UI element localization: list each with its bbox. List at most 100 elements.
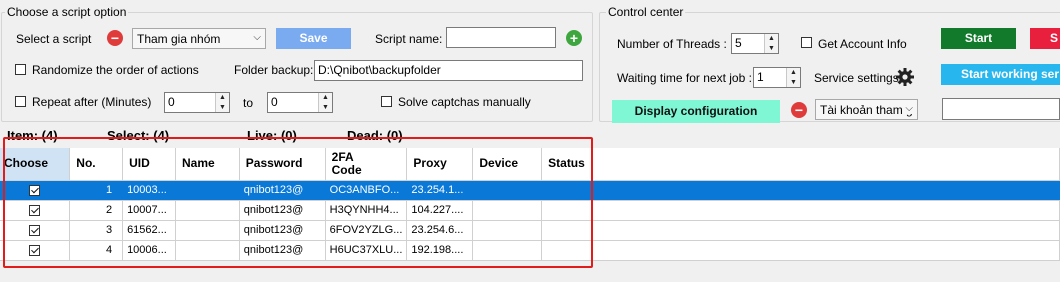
start-working-service-button[interactable]: Start working ser bbox=[941, 64, 1060, 85]
cell-name bbox=[175, 180, 240, 201]
randomize-label: Randomize the order of actions bbox=[32, 63, 199, 77]
repeat-to-spinner[interactable]: ▲ ▼ bbox=[318, 93, 332, 112]
randomize-checkbox[interactable] bbox=[15, 64, 26, 75]
row-checkbox[interactable] bbox=[29, 224, 41, 236]
row-choose-cell[interactable] bbox=[0, 220, 71, 241]
cell-no: 3 bbox=[69, 220, 124, 241]
start-button[interactable]: Start bbox=[941, 28, 1016, 49]
cell-password: qnibot123@ bbox=[239, 240, 326, 261]
row-checkbox[interactable] bbox=[29, 244, 41, 256]
wait-time-label: Waiting time for next job : bbox=[617, 71, 752, 85]
arrow-up-icon[interactable]: ▲ bbox=[319, 93, 332, 103]
column-header-uid[interactable]: UID bbox=[122, 148, 177, 181]
arrow-down-icon[interactable]: ▼ bbox=[765, 44, 778, 54]
cell-password: qnibot123@ bbox=[239, 200, 326, 221]
row-checkbox[interactable] bbox=[29, 204, 41, 216]
remove-script-icon[interactable]: − bbox=[107, 30, 123, 46]
cell-device bbox=[472, 240, 543, 261]
cell-name bbox=[175, 200, 240, 221]
cell-uid: 10007... bbox=[122, 200, 177, 221]
column-header-no[interactable]: No. bbox=[69, 148, 124, 181]
row-choose-cell[interactable] bbox=[0, 180, 71, 201]
control-center-title: Control center bbox=[606, 5, 686, 19]
solve-captcha-label: Solve captchas manually bbox=[398, 95, 531, 109]
gear-icon[interactable] bbox=[895, 67, 915, 87]
row-checkbox[interactable] bbox=[29, 184, 41, 196]
arrow-down-icon[interactable]: ▼ bbox=[216, 103, 229, 113]
table-row[interactable]: 1 10003... qnibot123@ OC3ANBFO... 23.254.1..… bbox=[0, 180, 1060, 201]
script-name-label: Script name: bbox=[375, 32, 443, 46]
cell-device bbox=[472, 180, 543, 201]
wait-time-spinner[interactable]: ▲ ▼ bbox=[786, 68, 800, 87]
get-account-info-label: Get Account Info bbox=[818, 37, 907, 51]
save-button[interactable]: Save bbox=[276, 28, 351, 49]
column-header-proxy[interactable]: Proxy bbox=[406, 148, 474, 181]
chevron-down-icon: ⌵ bbox=[903, 103, 913, 114]
table-row[interactable]: 4 10006... qnibot123@ H6UC37XLU... 192.198..… bbox=[0, 240, 1060, 261]
folder-backup-label: Folder backup: bbox=[234, 63, 314, 77]
column-header-status[interactable]: Status bbox=[541, 148, 1060, 181]
select-count: Select: (4) bbox=[107, 128, 170, 143]
column-header-choose[interactable]: Choose bbox=[0, 148, 71, 181]
script-option-title: Choose a script option bbox=[5, 5, 129, 19]
cell-code: 6FOV2YZLG... bbox=[325, 220, 408, 241]
service-input[interactable] bbox=[942, 98, 1060, 120]
account-select[interactable]: Tài khoản tham g ⌵ bbox=[815, 99, 918, 120]
cell-uid: 10006... bbox=[122, 240, 177, 261]
cell-proxy: 192.198.... bbox=[406, 240, 474, 261]
repeat-from-spinner[interactable]: ▲ ▼ bbox=[215, 93, 229, 112]
chevron-down-icon: ⌵ bbox=[253, 32, 261, 43]
table-row[interactable]: 2 10007... qnibot123@ H3QYNHH4... 104.227...… bbox=[0, 200, 1060, 221]
arrow-up-icon[interactable]: ▲ bbox=[216, 93, 229, 103]
cell-name bbox=[175, 220, 240, 241]
arrow-down-icon[interactable]: ▼ bbox=[787, 78, 800, 88]
table-row[interactable]: 3 61562... qnibot123@ 6FOV2YZLG... 23.254.6.… bbox=[0, 220, 1060, 241]
solve-captcha-checkbox[interactable] bbox=[381, 96, 392, 107]
to-label: to bbox=[243, 96, 254, 110]
table-header: Choose No. UID Name Password 2FA Code Pr… bbox=[0, 148, 1060, 181]
column-header-name[interactable]: Name bbox=[175, 148, 240, 181]
cell-code: OC3ANBFO... bbox=[325, 180, 408, 201]
accounts-table: Choose No. UID Name Password 2FA Code Pr… bbox=[0, 148, 1060, 261]
cell-password: qnibot123@ bbox=[239, 220, 326, 241]
folder-backup-input[interactable]: D:\Qnibot\backupfolder bbox=[314, 60, 583, 81]
row-choose-cell[interactable] bbox=[0, 240, 71, 261]
cell-status bbox=[541, 220, 1060, 241]
script-select[interactable]: Tham gia nhóm ⌵ bbox=[132, 28, 266, 49]
repeat-label: Repeat after (Minutes) bbox=[32, 95, 152, 109]
remove-account-icon[interactable]: − bbox=[791, 102, 807, 118]
display-configuration-button[interactable]: Display configuration bbox=[612, 100, 780, 123]
column-header-password[interactable]: Password bbox=[239, 148, 326, 181]
script-name-input[interactable] bbox=[446, 27, 556, 48]
row-choose-cell[interactable] bbox=[0, 200, 71, 221]
repeat-checkbox[interactable] bbox=[15, 96, 26, 107]
cell-uid: 10003... bbox=[122, 180, 177, 201]
dead-count: Dead: (0) bbox=[347, 128, 403, 143]
cell-uid: 61562... bbox=[122, 220, 177, 241]
column-header-2fa-code[interactable]: 2FA Code bbox=[325, 148, 408, 181]
cell-proxy: 23.254.6... bbox=[406, 220, 474, 241]
stop-button[interactable]: S bbox=[1030, 28, 1060, 49]
cell-status bbox=[541, 180, 1060, 201]
cell-proxy: 104.227.... bbox=[406, 200, 474, 221]
cell-no: 1 bbox=[69, 180, 124, 201]
cell-name bbox=[175, 240, 240, 261]
arrow-down-icon[interactable]: ▼ bbox=[319, 103, 332, 113]
cell-status bbox=[541, 240, 1060, 261]
cell-password: qnibot123@ bbox=[239, 180, 326, 201]
get-account-info-checkbox[interactable] bbox=[801, 37, 812, 48]
arrow-up-icon[interactable]: ▲ bbox=[765, 34, 778, 44]
cell-device bbox=[472, 220, 543, 241]
account-select-value: Tài khoản tham g bbox=[820, 103, 913, 117]
add-script-icon[interactable]: + bbox=[566, 30, 582, 46]
cell-no: 2 bbox=[69, 200, 124, 221]
cell-device bbox=[472, 200, 543, 221]
script-select-value: Tham gia nhóm bbox=[137, 32, 221, 46]
select-script-label: Select a script bbox=[16, 32, 92, 46]
cell-proxy: 23.254.1... bbox=[406, 180, 474, 201]
cell-no: 4 bbox=[69, 240, 124, 261]
threads-spinner[interactable]: ▲ ▼ bbox=[764, 34, 778, 53]
service-settings-label: Service settings bbox=[814, 71, 899, 85]
arrow-up-icon[interactable]: ▲ bbox=[787, 68, 800, 78]
column-header-device[interactable]: Device bbox=[472, 148, 543, 181]
